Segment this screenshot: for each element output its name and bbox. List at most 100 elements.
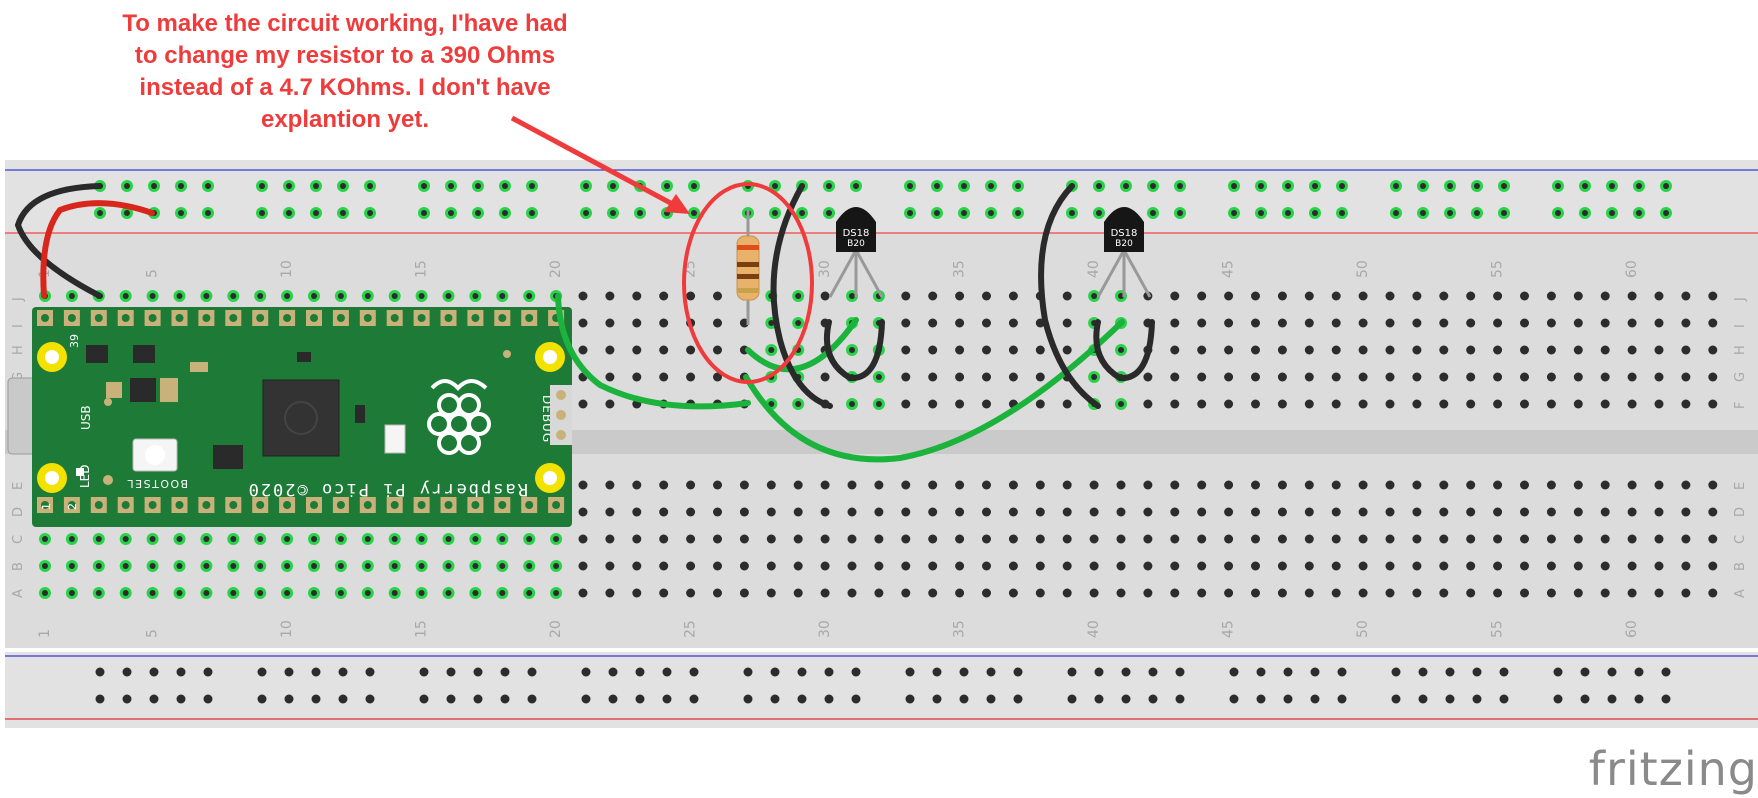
rail-hole: [257, 667, 267, 677]
breadboard-hole: [982, 507, 991, 517]
rail-hole: [203, 667, 213, 677]
breadboard-hole: [1304, 345, 1314, 355]
breadboard-hole: [901, 480, 911, 490]
row-letter: J: [1733, 297, 1748, 302]
breadboard-hole: [955, 588, 965, 598]
breadboard-hole: [659, 291, 669, 301]
breadboard-hole: [1654, 588, 1664, 598]
breadboard-hole: [1008, 588, 1018, 598]
breadboard-hole: [1116, 480, 1126, 490]
breadboard-hole: [1412, 291, 1422, 301]
breadboard-hole: [1062, 588, 1072, 598]
breadboard-hole: [1681, 345, 1691, 355]
breadboard-hole: [1170, 372, 1180, 382]
breadboard-hole: [820, 561, 830, 571]
breadboard-hole: [1466, 318, 1476, 328]
row-letter: J: [11, 297, 26, 302]
rail-hole: [1553, 694, 1563, 704]
rail-hole: [1445, 694, 1455, 704]
breadboard-hole: [1116, 588, 1126, 598]
breadboard-hole: [1304, 318, 1314, 328]
breadboard-hole: [1681, 318, 1691, 328]
rail-hole: [1256, 667, 1266, 677]
row-letter: E: [11, 482, 26, 490]
breadboard-hole: [1062, 399, 1072, 409]
breadboard-hole: [1331, 372, 1341, 382]
breadboard-hole: [1546, 480, 1556, 490]
breadboard-hole: [1412, 507, 1422, 517]
breadboard-hole: [793, 507, 803, 517]
row-letter: D: [11, 507, 26, 517]
breadboard-hole: [686, 588, 696, 598]
rail-hole: [365, 694, 375, 704]
breadboard-hole: [1197, 588, 1207, 598]
breadboard-hole: [901, 507, 911, 517]
rail-hole: [122, 667, 132, 677]
breadboard-hole: [982, 588, 991, 598]
breadboard-hole: [1493, 588, 1503, 598]
breadboard-hole: [1681, 588, 1691, 598]
breadboard-hole: [1385, 561, 1395, 571]
rail-hole: [527, 694, 537, 704]
breadboard-hole: [605, 345, 615, 355]
breadboard-hole: [901, 588, 911, 598]
breadboard-hole: [1304, 534, 1314, 544]
breadboard-hole: [1573, 534, 1583, 544]
breadboard-hole: [901, 372, 911, 382]
rail-hole: [581, 694, 591, 704]
breadboard-hole: [1304, 588, 1314, 598]
breadboard-hole: [1358, 507, 1368, 517]
rail-hole: [257, 694, 267, 704]
breadboard-hole: [632, 588, 642, 598]
rail-hole: [581, 667, 591, 677]
breadboard-hole: [1708, 480, 1718, 490]
breadboard-hole: [1412, 588, 1422, 598]
breadboard-hole: [1546, 561, 1556, 571]
breadboard-hole: [847, 588, 857, 598]
breadboard-hole: [632, 507, 642, 517]
rail-hole: [1283, 667, 1293, 677]
breadboard-hole: [1681, 507, 1691, 517]
breadboard-hole: [793, 534, 803, 544]
breadboard-hole: [1493, 318, 1503, 328]
breadboard-hole: [820, 291, 830, 301]
breadboard-hole: [1600, 561, 1610, 571]
breadboard-hole: [1520, 534, 1529, 544]
breadboard-hole: [659, 318, 669, 328]
breadboard-hole: [982, 318, 991, 328]
rail-hole: [149, 694, 159, 704]
rail-hole: [338, 694, 348, 704]
breadboard-hole: [1197, 534, 1207, 544]
breadboard-hole: [1143, 480, 1153, 490]
breadboard-hole: [1035, 480, 1045, 490]
breadboard-hole: [632, 561, 642, 571]
top-power-rail: [5, 160, 1758, 232]
breadboard-hole: [1008, 345, 1018, 355]
breadboard-hole: [1224, 561, 1234, 571]
breadboard-hole: [1224, 588, 1234, 598]
breadboard-hole: [1008, 507, 1018, 517]
breadboard-hole: [1466, 372, 1476, 382]
rail-hole: [1148, 694, 1158, 704]
breadboard-hole: [1708, 534, 1718, 544]
breadboard-hole: [847, 507, 857, 517]
rail-hole: [1310, 667, 1320, 677]
column-number: 10: [279, 620, 295, 638]
breadboard-hole: [1654, 480, 1664, 490]
breadboard-hole: [928, 534, 938, 544]
breadboard-hole: [1466, 399, 1476, 409]
breadboard-hole: [1654, 507, 1664, 517]
breadboard-hole: [1224, 345, 1234, 355]
breadboard-hole: [793, 561, 803, 571]
breadboard-hole: [874, 534, 884, 544]
breadboard-hole: [928, 291, 938, 301]
breadboard-hole: [1170, 534, 1180, 544]
breadboard-hole: [1520, 399, 1529, 409]
column-number: 15: [414, 620, 430, 638]
breadboard-hole: [1062, 291, 1072, 301]
rail-hole: [311, 667, 321, 677]
column-number: 30: [817, 260, 833, 278]
column-number: 55: [1490, 620, 1506, 638]
column-number: 5: [145, 269, 161, 278]
column-number: 50: [1355, 620, 1371, 638]
